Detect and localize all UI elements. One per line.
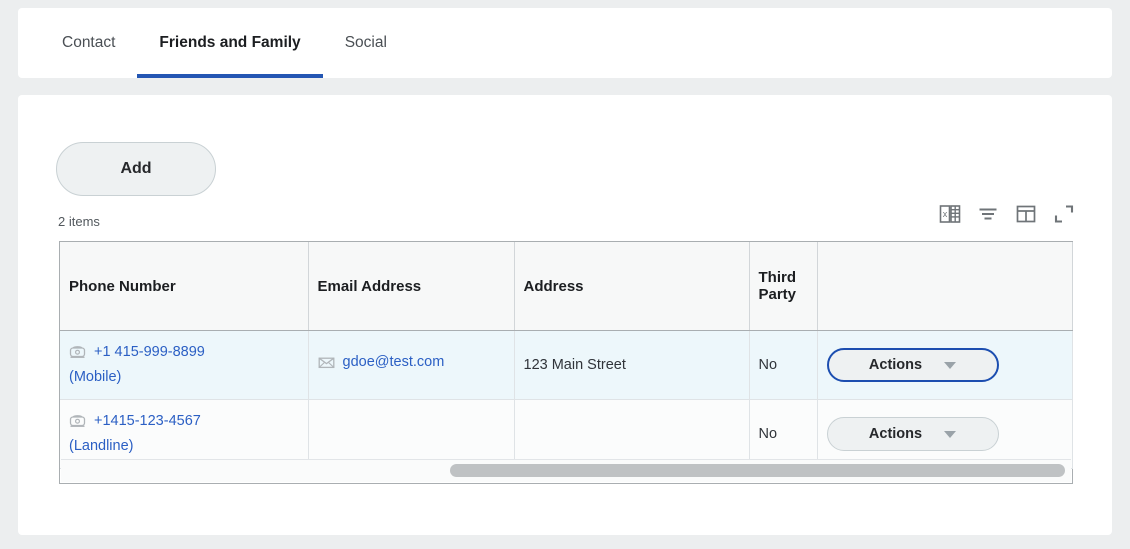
contacts-table: Phone Number Email Address Address Third… [60,242,1073,469]
actions-button[interactable]: Actions [826,348,999,382]
actions-button[interactable]: Actions [826,417,999,451]
cell-address: 123 Main Street [514,330,750,400]
tab-social-label: Social [344,34,387,51]
phone-type-value: (Mobile) [69,369,122,385]
tab-contact-label: Contact [62,34,116,51]
cell-phone-number: +1 415-999-8899 (Mobile) [60,330,309,400]
cell-actions: Actions [817,330,1073,400]
tab-friends-and-family[interactable]: Friends and Family [137,8,323,78]
filter-icon[interactable] [977,203,999,225]
phone-type-value: (Landline) [69,438,134,454]
tab-contact[interactable]: Contact [40,8,137,78]
add-button[interactable]: Add [56,142,216,196]
table-row[interactable]: +1 415-999-8899 (Mobile) gdoe@test.com 1… [60,330,1073,400]
column-header-phone-number[interactable]: Phone Number [60,242,309,331]
email-address-link[interactable]: gdoe@test.com [318,354,444,374]
column-header-third-party[interactable]: Third Party [749,242,818,331]
tab-strip: Contact Friends and Family Social [18,8,409,78]
phone-number-value: +1 415-999-8899 [94,343,205,360]
column-layout-icon[interactable] [1015,203,1037,225]
column-header-address[interactable]: Address [514,242,750,331]
svg-text:x: x [943,209,948,219]
cell-third-party: No [749,330,818,400]
grid-toolbar: x [939,203,1075,225]
chevron-down-icon [944,361,957,369]
column-header-email-address[interactable]: Email Address [308,242,515,331]
phone-number-link[interactable]: +1415-123-4567 (Landline) [69,413,299,457]
cell-email-address: gdoe@test.com [308,330,515,400]
data-grid: Phone Number Email Address Address Third… [59,241,1073,484]
telephone-icon [69,345,86,360]
chevron-down-icon [944,430,957,438]
horizontal-scrollbar-thumb[interactable] [450,464,1065,477]
actions-button-label: Actions [868,426,923,442]
table-header-row: Phone Number Email Address Address Third… [60,242,1073,331]
phone-number-link[interactable]: +1 415-999-8899 (Mobile) [69,344,299,388]
email-address-value: gdoe@test.com [342,354,445,371]
tab-card: Contact Friends and Family Social [18,8,1112,78]
tab-social[interactable]: Social [323,8,409,78]
phone-number-value: +1415-123-4567 [94,412,201,429]
envelope-icon [318,355,335,370]
column-header-actions [817,242,1073,331]
horizontal-scrollbar[interactable] [61,459,1071,482]
expand-icon[interactable] [1053,203,1075,225]
content-card: Add 2 items x Phone Number Email Address… [18,95,1112,535]
tab-friends-and-family-label: Friends and Family [159,34,301,51]
items-count-label: 2 items [58,214,100,229]
telephone-icon [69,414,86,429]
export-to-excel-icon[interactable]: x [939,203,961,225]
actions-button-label: Actions [868,357,923,373]
